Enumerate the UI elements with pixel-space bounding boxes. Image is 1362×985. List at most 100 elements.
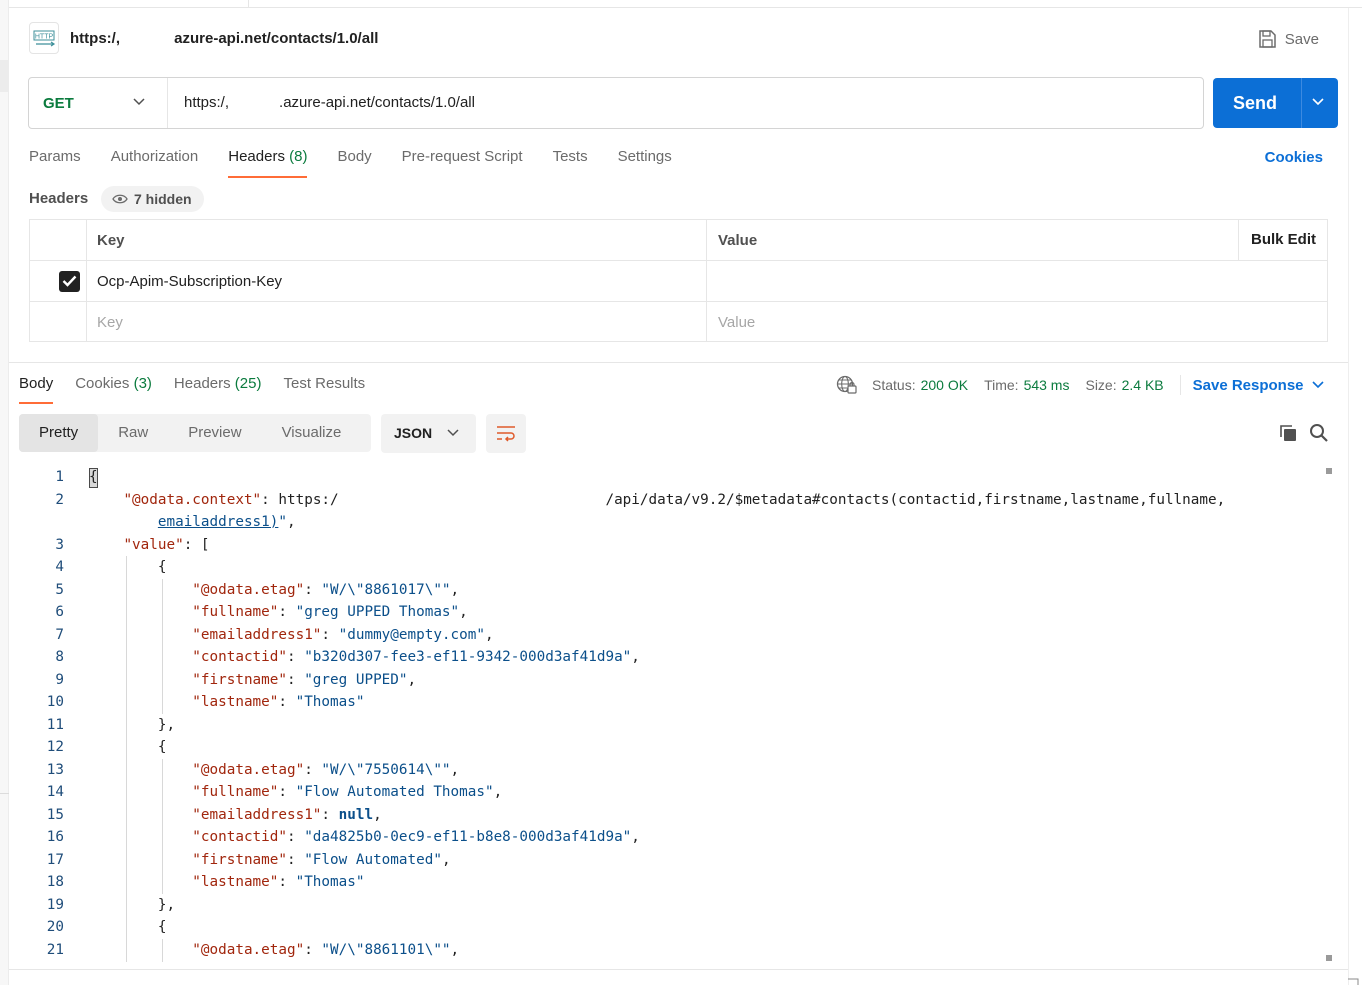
- tab-strip: [9, 0, 1362, 8]
- view-pretty[interactable]: Pretty: [19, 414, 99, 452]
- line-number: 1: [55, 469, 64, 485]
- send-divider: [1301, 78, 1302, 128]
- code-scrollbar[interactable]: [1325, 466, 1335, 962]
- hidden-headers-toggle[interactable]: 7 hidden: [101, 186, 204, 212]
- resp-tab-body[interactable]: Body: [19, 375, 54, 404]
- search-icon[interactable]: [1309, 423, 1329, 447]
- response-tabs: Body Cookies (3) Headers (25) Test Resul…: [19, 375, 387, 404]
- code-line: 20 {: [19, 916, 1309, 939]
- scroll-up-arrow[interactable]: [1326, 468, 1332, 474]
- line-number: 14: [46, 784, 64, 800]
- save-button[interactable]: Save: [1257, 27, 1319, 51]
- code-line: 19 },: [19, 894, 1309, 917]
- line-number: 21: [46, 941, 64, 958]
- new-key-input[interactable]: Key: [97, 314, 123, 331]
- code-text: "fullname": "Flow Automated Thomas",: [192, 784, 503, 800]
- open-tab[interactable]: [9, 0, 249, 8]
- code-text: {: [89, 919, 167, 935]
- column-divider: [706, 220, 707, 341]
- code-line: 12 {: [19, 736, 1309, 759]
- resp-tab-test-results[interactable]: Test Results: [283, 375, 365, 404]
- code-line: 17 "firstname": "Flow Automated",: [19, 849, 1309, 872]
- code-line: 2 "@odata.context": https:/ /api/data/v9…: [19, 489, 1309, 512]
- url-bar: GET https:/, .azure-api.net/contacts/1.0…: [28, 77, 1204, 129]
- svg-text:HTTP: HTTP: [35, 34, 54, 41]
- code-line: 18 "lastname": "Thomas": [19, 871, 1309, 894]
- line-number: 13: [46, 761, 64, 778]
- tab-tests[interactable]: Tests: [553, 148, 588, 178]
- wrap-lines-button[interactable]: [486, 414, 526, 453]
- request-title-row: HTTP https:/, azure-api.net/contacts/1.0…: [29, 22, 1339, 56]
- headers-table: Key Value Bulk Edit Ocp-Apim-Subscriptio…: [29, 219, 1328, 342]
- code-line: 10 "lastname": "Thomas": [19, 691, 1309, 714]
- save-response-button[interactable]: Save Response: [1193, 377, 1324, 394]
- format-select[interactable]: JSON: [381, 414, 476, 453]
- view-preview[interactable]: Preview: [168, 414, 261, 452]
- tab-headers[interactable]: Headers (8): [228, 148, 308, 178]
- time-value[interactable]: 543 ms: [1024, 377, 1070, 393]
- code-text: "@odata.context": https:/ /api/data/v9.2…: [123, 491, 1226, 508]
- resp-tab-cookies[interactable]: Cookies (3): [75, 375, 152, 404]
- request-name[interactable]: https:/, azure-api.net/contacts/1.0/all: [70, 30, 378, 47]
- line-number: 6: [55, 604, 64, 620]
- line-number: 12: [46, 739, 64, 755]
- code-text: "value": [: [123, 536, 210, 553]
- status-label: Status:: [872, 377, 916, 393]
- code-line: 14 "fullname": "Flow Automated Thomas",: [19, 781, 1309, 804]
- headers-count: (8): [289, 148, 308, 165]
- size-value[interactable]: 2.4 KB: [1122, 377, 1164, 393]
- code-line: 4 {: [19, 556, 1309, 579]
- save-icon: [1259, 30, 1276, 48]
- header-key-input[interactable]: Ocp-Apim-Subscription-Key: [97, 273, 282, 290]
- chevron-down-icon[interactable]: [1312, 98, 1324, 106]
- url-input[interactable]: https:/, .azure-api.net/contacts/1.0/all: [184, 94, 475, 111]
- status-value[interactable]: 200 OK: [921, 377, 968, 393]
- resize-icon[interactable]: [1347, 975, 1359, 985]
- code-text: "lastname": "Thomas": [192, 874, 365, 890]
- right-panel-edge: [1348, 8, 1362, 985]
- copy-icon[interactable]: [1278, 423, 1298, 447]
- eye-icon: [112, 194, 128, 204]
- http-icon: HTTP: [29, 22, 59, 54]
- code-text: {: [89, 559, 167, 575]
- code-line: 3 "value": [: [19, 534, 1309, 557]
- tab-authorization[interactable]: Authorization: [111, 148, 199, 178]
- line-number: 7: [55, 626, 64, 643]
- code-text: "@odata.etag": "W/\"8861101\"",: [192, 941, 460, 958]
- response-meta: Status: 200 OK Time: 543 ms Size: 2.4 KB…: [836, 374, 1324, 396]
- code-line: 11 },: [19, 714, 1309, 737]
- code-line: 21 "@odata.etag": "W/\"8861101\"",: [19, 939, 1309, 962]
- line-number: 17: [46, 851, 64, 868]
- code-text: emailaddress1)",: [157, 514, 296, 530]
- line-number: 20: [46, 919, 64, 935]
- value-column-header: Value: [718, 232, 758, 249]
- line-number: 16: [46, 829, 64, 845]
- header-enabled-checkbox[interactable]: [59, 271, 80, 292]
- network-globe-icon[interactable]: [836, 375, 858, 395]
- code-text: "emailaddress1": null,: [192, 806, 382, 823]
- tab-params[interactable]: Params: [29, 148, 81, 178]
- line-number: 15: [46, 806, 64, 823]
- view-visualize[interactable]: Visualize: [262, 414, 362, 452]
- line-number: 10: [46, 694, 64, 710]
- tab-pre-request-script[interactable]: Pre-request Script: [402, 148, 523, 178]
- scroll-down-arrow[interactable]: [1326, 955, 1332, 961]
- line-number: 4: [55, 559, 64, 575]
- tab-body[interactable]: Body: [337, 148, 371, 178]
- bulk-edit-button[interactable]: Bulk Edit: [1251, 231, 1316, 248]
- code-text: "emailaddress1": "dummy@empty.com",: [192, 626, 494, 643]
- response-body-viewer[interactable]: 1 {2 "@odata.context": https:/ /api/data/…: [19, 466, 1329, 962]
- meta-divider: [1179, 375, 1181, 395]
- resp-tab-headers[interactable]: Headers (25): [174, 375, 262, 404]
- code-line: 6 "fullname": "greg UPPED Thomas",: [19, 601, 1309, 624]
- send-button[interactable]: Send: [1213, 78, 1338, 128]
- view-mode-group: Pretty Raw Preview Visualize: [19, 414, 371, 452]
- method-select[interactable]: GET: [29, 78, 168, 128]
- new-value-input[interactable]: Value: [718, 314, 755, 331]
- view-raw[interactable]: Raw: [98, 414, 168, 452]
- line-number: 2: [55, 491, 64, 508]
- code-text: },: [89, 716, 176, 733]
- tab-settings[interactable]: Settings: [618, 148, 672, 178]
- send-label: Send: [1233, 93, 1278, 113]
- cookies-link[interactable]: Cookies: [1265, 149, 1323, 166]
